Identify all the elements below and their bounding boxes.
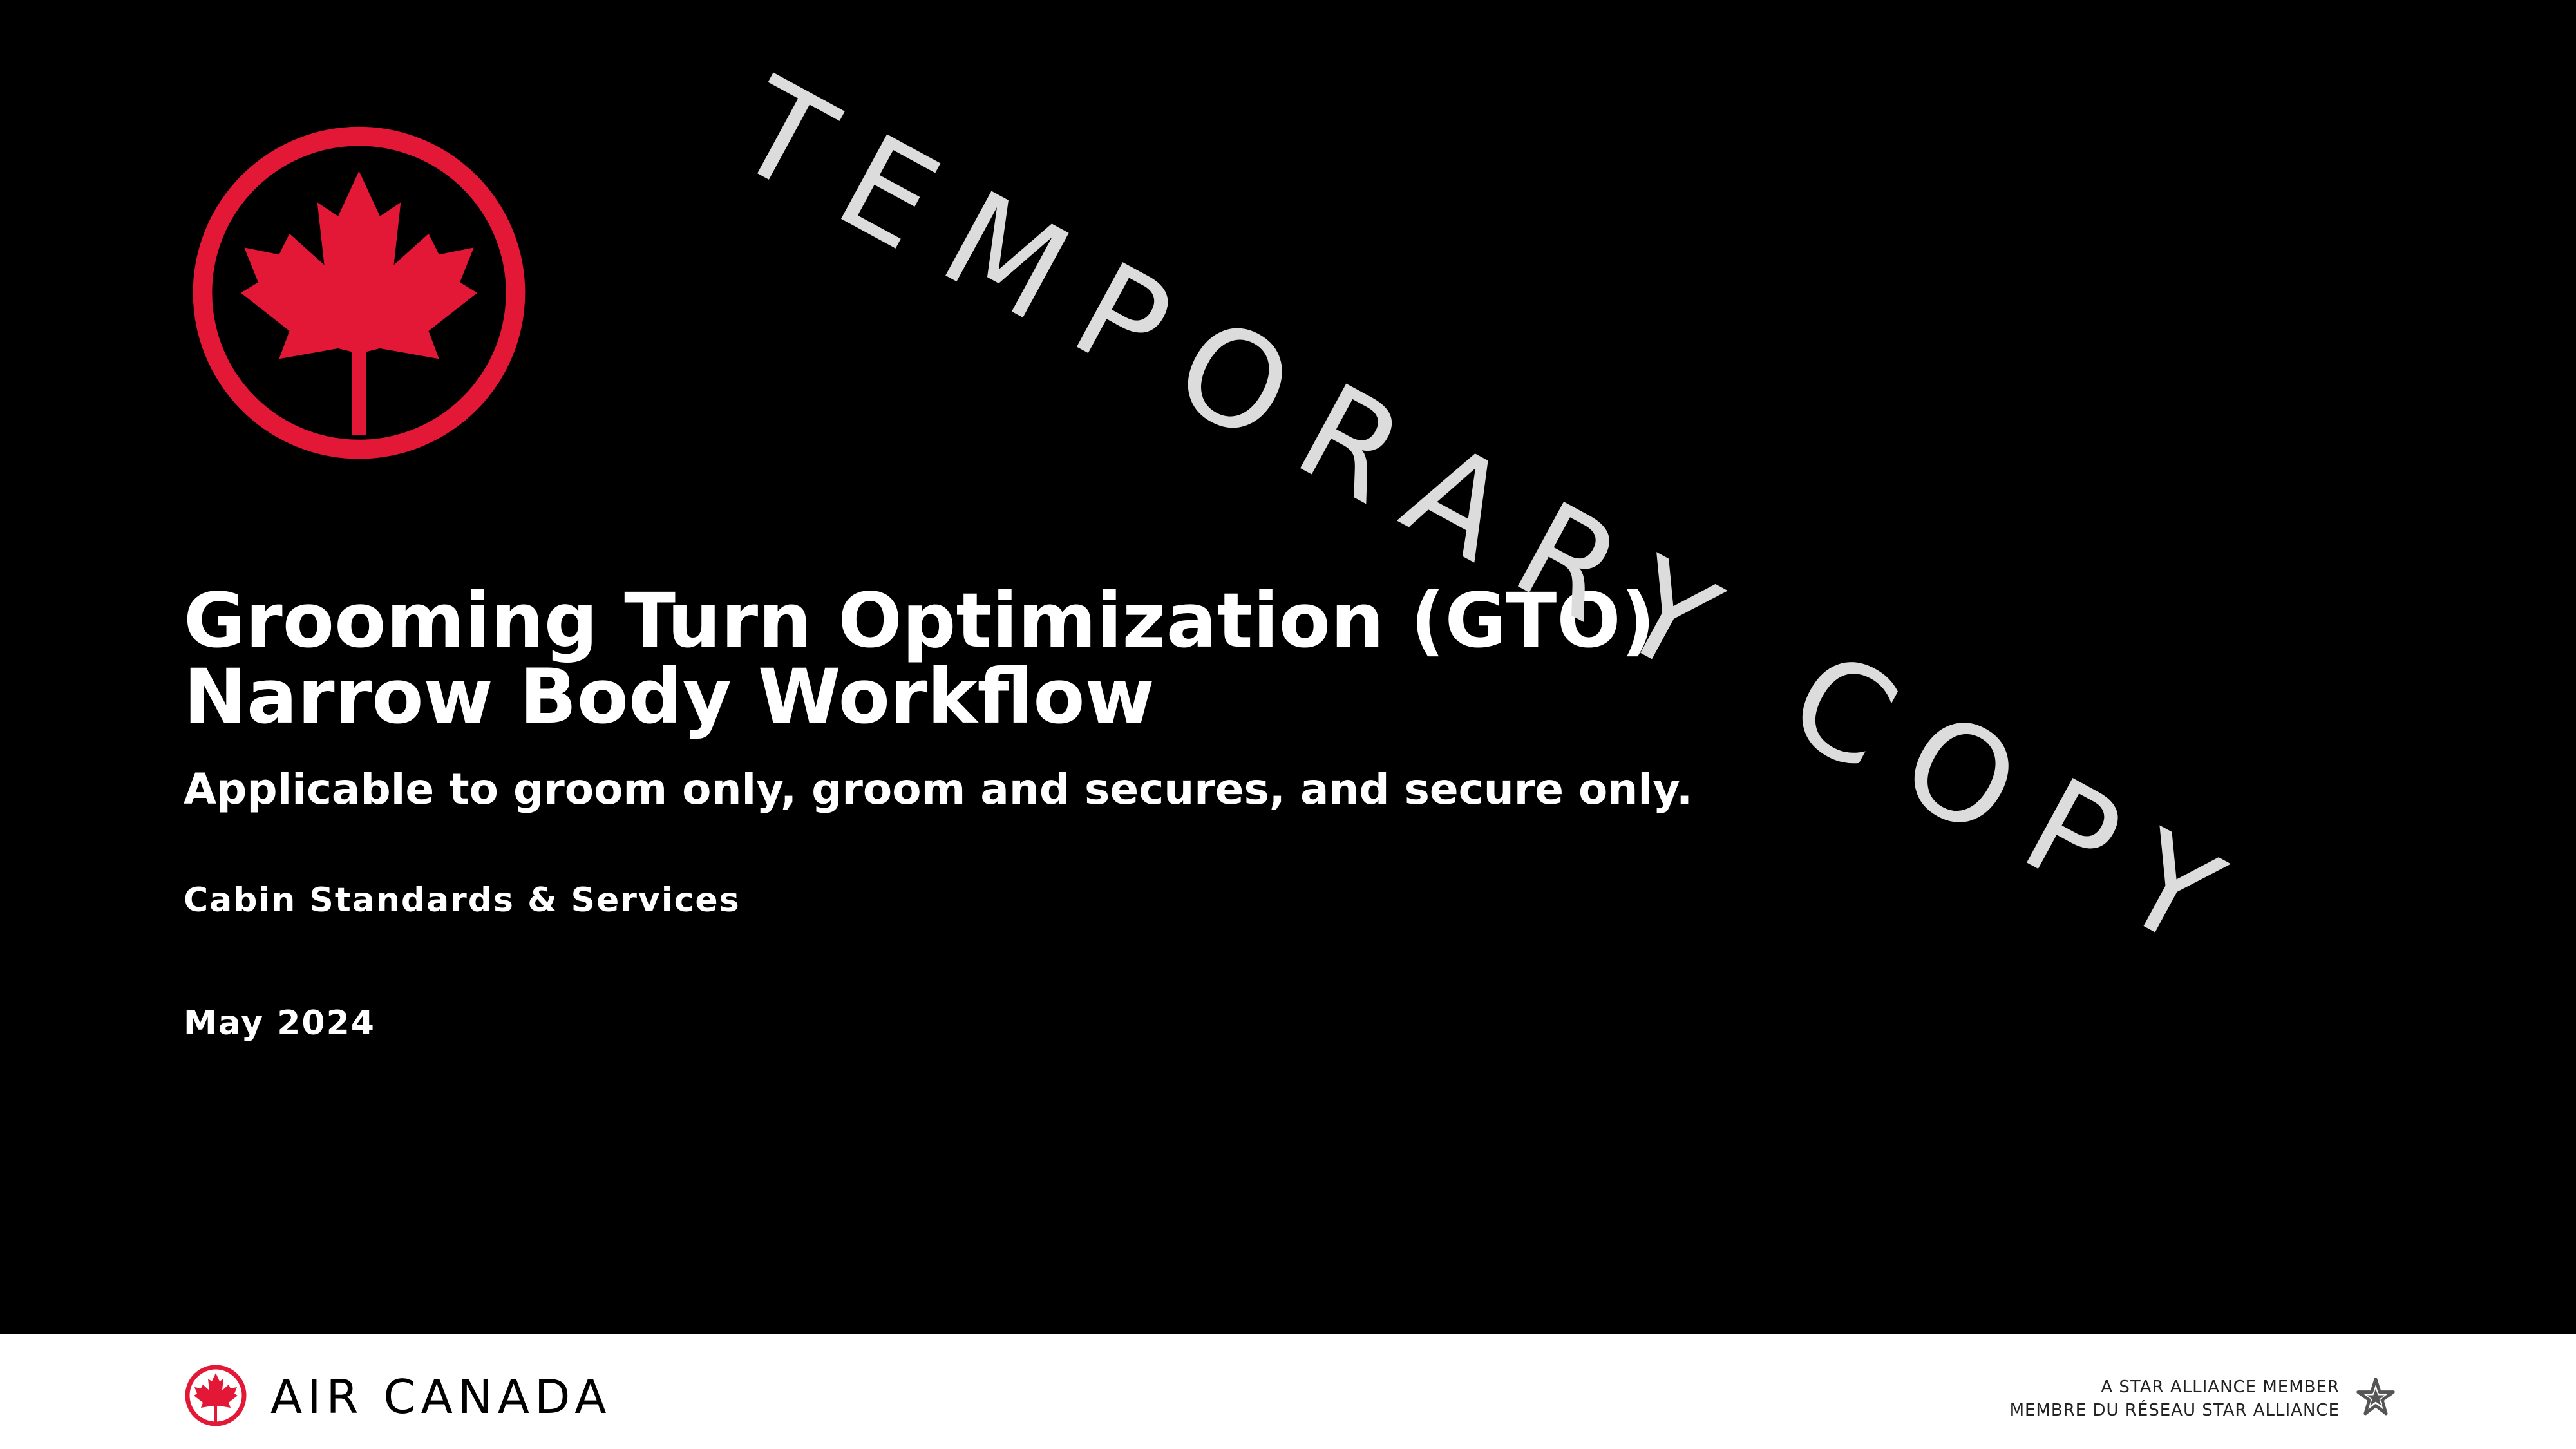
- alliance-line-english: A STAR ALLIANCE MEMBER: [2101, 1378, 2340, 1397]
- title-line-2: Narrow Body Workflow: [184, 652, 1155, 741]
- title-slide: Grooming Turn Optimization (GTO) Narrow …: [0, 0, 2576, 1334]
- maple-leaf-roundel-icon: [193, 126, 526, 459]
- star-alliance-icon: [2356, 1378, 2395, 1416]
- brand-wordmark: AIR CANADA: [270, 1370, 612, 1424]
- maple-leaf-roundel-icon: [185, 1365, 247, 1426]
- department-name: Cabin Standards & Services: [184, 881, 741, 920]
- title-line-1: Grooming Turn Optimization (GTO): [184, 576, 1656, 665]
- publication-date: May 2024: [184, 1004, 375, 1043]
- subtitle: Applicable to groom only, groom and secu…: [184, 764, 1693, 814]
- footer-bar: AIR CANADA A STAR ALLIANCE MEMBER MEMBRE…: [0, 1334, 2576, 1449]
- page-title: Grooming Turn Optimization (GTO) Narrow …: [184, 583, 1655, 735]
- alliance-membership-text: A STAR ALLIANCE MEMBER MEMBRE DU RÉSEAU …: [2010, 1376, 2340, 1422]
- alliance-line-french: MEMBRE DU RÉSEAU STAR ALLIANCE: [2009, 1401, 2340, 1420]
- temporary-copy-watermark: TEMPORARY COPY: [712, 50, 2274, 993]
